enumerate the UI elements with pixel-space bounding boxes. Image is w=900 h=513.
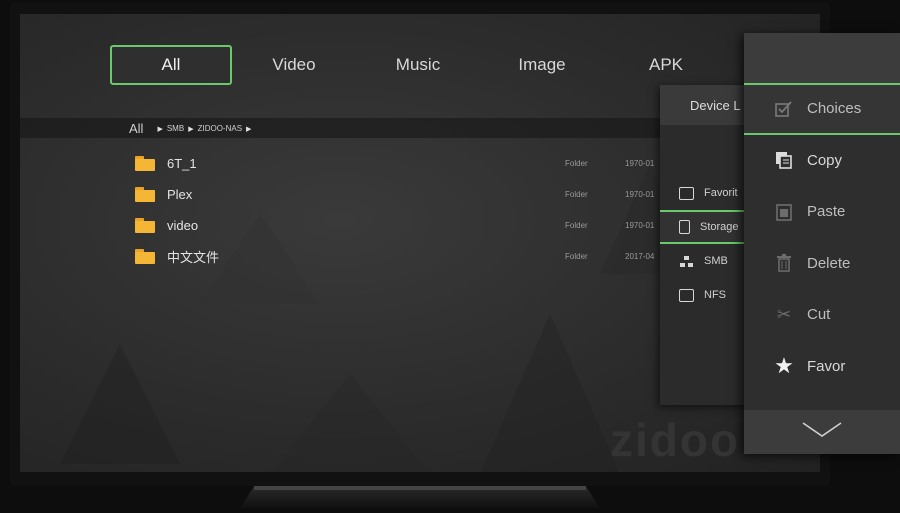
menu-item-label: Cut (807, 306, 831, 324)
breadcrumb-smb[interactable]: SMB (167, 124, 184, 133)
file-type: Folder (565, 159, 588, 168)
device-item-label: Favorit (704, 187, 738, 199)
brand-watermark: zidoo (610, 414, 741, 466)
menu-item-label: Copy (807, 151, 843, 169)
file-name: 6T_1 (167, 156, 197, 171)
file-name: video (167, 218, 199, 233)
file-date: 2017-04 (625, 252, 655, 261)
star-icon: ★ (774, 353, 794, 379)
chevron-right-icon: ▶ (157, 125, 163, 133)
file-name: 中文文件 (167, 250, 220, 265)
breadcrumb-root[interactable]: All (129, 121, 143, 136)
file-type: Folder (565, 252, 588, 261)
menu-item-delete[interactable]: Delete (744, 238, 900, 290)
context-menu-header (744, 33, 900, 83)
tab-all[interactable]: All (110, 45, 232, 85)
checkbox-icon (774, 101, 794, 117)
tab-apk[interactable]: APK (604, 45, 728, 85)
file-date: 1970-01 (625, 190, 655, 199)
trash-icon (774, 254, 794, 272)
folder-icon (135, 187, 155, 202)
scissors-icon: ✂ (776, 304, 792, 324)
device-item-label: SMB (704, 255, 728, 267)
file-date: 1970-01 (625, 221, 655, 230)
device-item-label: NFS (704, 289, 726, 301)
menu-item-paste[interactable]: Paste (744, 186, 900, 238)
menu-item-label: Paste (807, 203, 846, 221)
network-icon (679, 255, 694, 268)
menu-item-copy[interactable]: Copy (744, 135, 900, 187)
device-item-label: Storage (700, 221, 739, 233)
list-item[interactable]: Plex Folder 1970-01 (135, 179, 665, 210)
breadcrumb-nas[interactable]: ZIDOO-NAS (198, 124, 242, 133)
scroll-down-button[interactable] (744, 410, 900, 454)
tab-video[interactable]: Video (232, 45, 356, 85)
menu-item-label: Choices (807, 100, 862, 118)
list-item[interactable]: video Folder 1970-01 (135, 210, 665, 241)
file-type: Folder (565, 190, 588, 199)
menu-item-label: Delete (807, 254, 851, 272)
paste-icon (774, 203, 794, 221)
list-item[interactable]: 6T_1 Folder 1970-01 (135, 148, 665, 179)
file-list: 6T_1 Folder 1970-01 Plex Folder 1970-01 … (135, 148, 665, 272)
menu-item-label: Favor (807, 357, 846, 375)
folder-icon (135, 218, 155, 233)
tab-music[interactable]: Music (356, 45, 480, 85)
copy-icon (774, 151, 794, 170)
list-item[interactable]: 中文文件 Folder 2017-04 (135, 241, 665, 272)
menu-item-cut[interactable]: ✂ Cut (744, 289, 900, 341)
nfs-folder-icon (679, 288, 694, 302)
folder-icon (135, 249, 155, 264)
menu-item-choices[interactable]: Choices (744, 83, 900, 135)
file-date: 1970-01 (625, 159, 655, 168)
favorite-folder-icon (679, 186, 694, 200)
file-name: Plex (167, 187, 193, 202)
chevron-right-icon: ▶ (246, 125, 252, 133)
context-menu: Choices Copy Paste Delete ✂ Cut ★ Favor (744, 33, 900, 454)
folder-icon (135, 156, 155, 171)
tab-image[interactable]: Image (480, 45, 604, 85)
category-tabs: All Video Music Image APK (110, 45, 728, 85)
storage-icon (679, 220, 690, 234)
breadcrumb: All ▶ SMB ▶ ZIDOO-NAS ▶ (129, 121, 255, 136)
chevron-right-icon: ▶ (188, 125, 194, 133)
menu-item-favor[interactable]: ★ Favor (744, 341, 900, 393)
file-type: Folder (565, 221, 588, 230)
chevron-down-icon (802, 421, 842, 443)
